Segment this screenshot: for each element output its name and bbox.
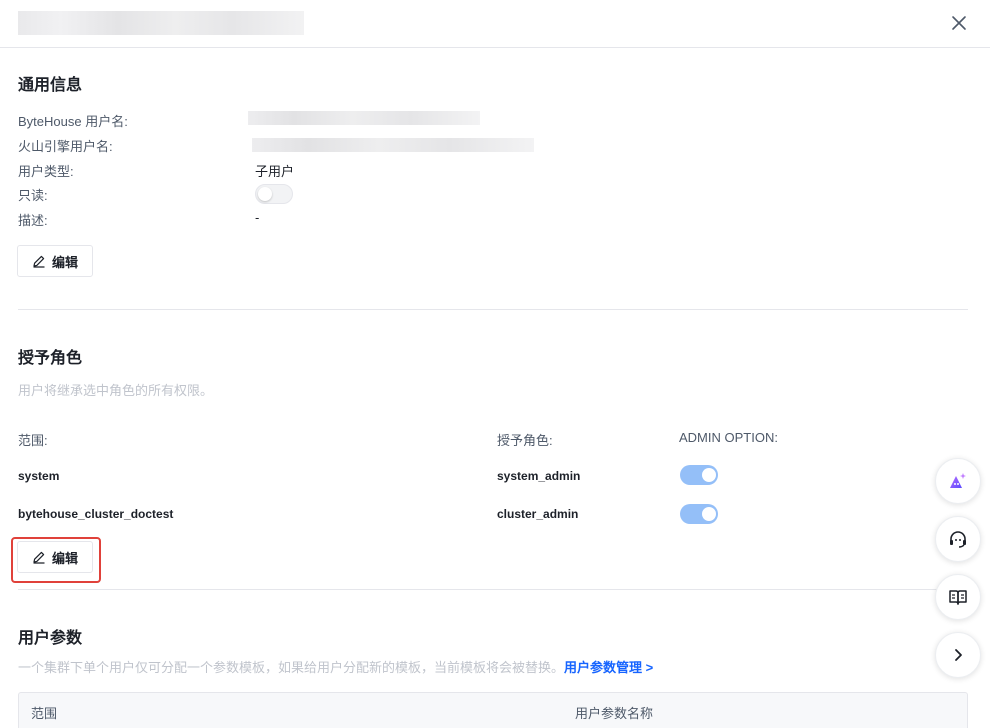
readonly-label: 只读: — [18, 188, 48, 203]
roles-description: 用户将继承选中角色的所有权限。 — [18, 383, 214, 398]
user-params-title: 用户参数 — [18, 630, 83, 647]
drawer-title-redacted — [18, 11, 304, 35]
admin-option-switch[interactable] — [680, 465, 718, 485]
user-params-manage-link[interactable]: 用户参数管理 > — [564, 660, 653, 675]
admin-option-switch[interactable] — [680, 504, 718, 524]
ai-assistant-icon — [950, 473, 966, 488]
roles-title: 授予角色 — [18, 350, 83, 367]
general-edit-label: 编辑 — [51, 254, 78, 270]
support-button[interactable] — [935, 516, 981, 562]
user-params-description: 一个集群下单个用户仅可分配一个参数模板，如果给用户分配新的模板，当前模板将会被替… — [18, 657, 653, 676]
readonly-switch[interactable] — [255, 184, 293, 204]
general-edit-button[interactable]: 编辑 — [17, 245, 93, 277]
role-row-role: cluster_admin — [497, 507, 579, 521]
close-icon — [952, 16, 966, 30]
user-type-label: 用户类型: — [18, 164, 74, 179]
drawer-header — [0, 0, 990, 48]
edit-pencil-icon — [33, 551, 45, 564]
role-row-scope: system — [18, 469, 60, 483]
volc-username-label: 火山引擎用户名: — [18, 139, 113, 154]
scope-column-header: 范围 — [31, 706, 58, 721]
roles-edit-button[interactable]: 编辑 — [17, 541, 93, 573]
chevron-right-icon — [955, 649, 962, 661]
scope-column-header: 范围: — [18, 433, 48, 448]
role-column-header: 授予角色: — [497, 433, 553, 448]
admin-option-column-header: ADMIN OPTION: — [679, 430, 778, 445]
close-button[interactable] — [948, 12, 970, 34]
section-divider — [18, 589, 968, 590]
expand-button[interactable] — [935, 632, 981, 678]
switch-knob — [702, 468, 716, 482]
volc-username-value-redacted — [252, 138, 534, 152]
section-divider — [18, 309, 968, 310]
user-params-description-text: 一个集群下单个用户仅可分配一个参数模板，如果给用户分配新的模板，当前模板将会被替… — [18, 660, 565, 675]
user-type-value: 子用户 — [255, 164, 295, 179]
role-row-scope: bytehouse_cluster_doctest — [18, 507, 174, 521]
role-row-role: system_admin — [497, 469, 581, 483]
switch-knob — [702, 507, 716, 521]
description-value: - — [255, 210, 260, 225]
roles-edit-label: 编辑 — [51, 550, 78, 566]
user-params-table-header: 范围 用户参数名称 — [18, 692, 968, 728]
param-name-column-header: 用户参数名称 — [575, 706, 654, 721]
docs-button[interactable] — [935, 574, 981, 620]
switch-knob — [258, 187, 272, 201]
general-info-title: 通用信息 — [18, 77, 83, 94]
description-label: 描述: — [18, 213, 48, 228]
support-headset-icon — [950, 531, 966, 548]
bytehouse-username-value-redacted — [248, 111, 480, 125]
ai-assistant-button[interactable] — [935, 458, 981, 504]
bytehouse-username-label: ByteHouse 用户名: — [18, 114, 128, 129]
docs-book-icon — [949, 590, 967, 605]
edit-pencil-icon — [33, 255, 45, 268]
